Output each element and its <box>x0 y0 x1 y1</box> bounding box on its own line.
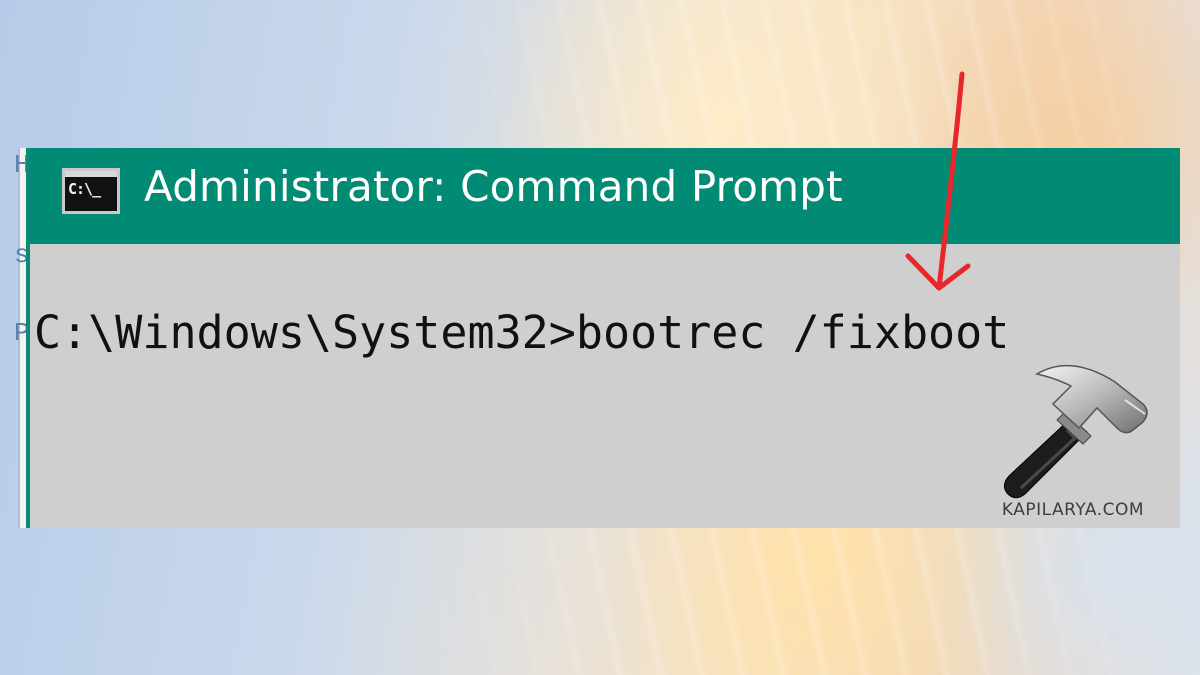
icon-title-strip <box>65 171 117 177</box>
hammer-icon <box>1003 364 1148 499</box>
cmd-console-icon[interactable]: C:\_ <box>62 168 120 214</box>
icon-glyph: C:\_ <box>68 180 101 198</box>
watermark-text: KAPILARYA.COM <box>1001 500 1145 520</box>
kapilarya-watermark: KAPILARYA.COM <box>975 352 1165 527</box>
command-line: C:\Windows\System32>bootrec /fixboot <box>34 306 1010 359</box>
title-bar[interactable]: C:\_ Administrator: Command Prompt <box>30 148 1180 244</box>
window-title: Administrator: Command Prompt <box>144 162 843 211</box>
